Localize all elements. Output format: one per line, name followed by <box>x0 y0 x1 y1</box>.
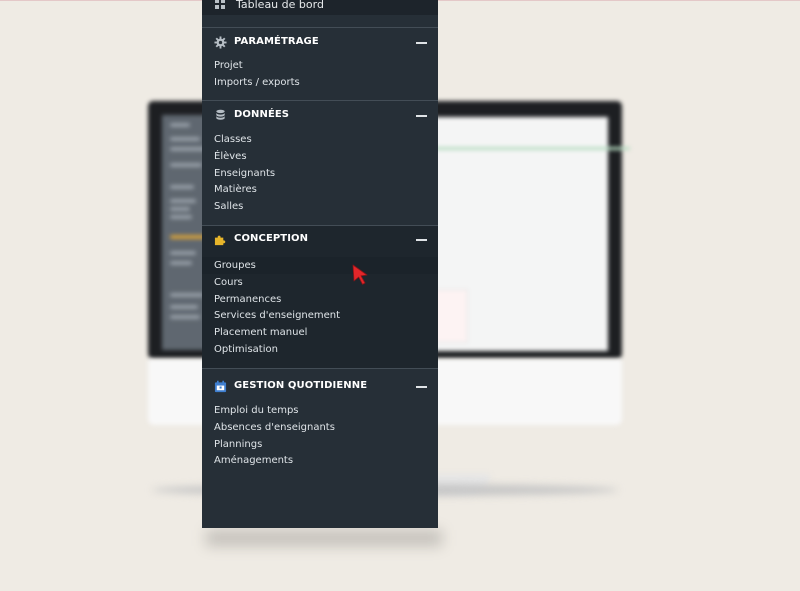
menu-item-cours[interactable]: Cours <box>202 274 438 291</box>
mouse-cursor-icon <box>352 264 368 285</box>
section-divider <box>202 100 438 101</box>
menu-item-label: Tableau de bord <box>236 0 324 11</box>
database-icon <box>216 109 225 120</box>
calendar-icon <box>214 380 227 393</box>
background-bar <box>170 163 202 167</box>
menu-item-permanences[interactable]: Permanences <box>202 291 438 308</box>
background-bar <box>170 235 206 239</box>
collapse-icon[interactable] <box>416 42 427 44</box>
background-bar <box>170 261 192 265</box>
menu-shadow <box>206 530 442 546</box>
collapse-icon[interactable] <box>416 115 427 117</box>
menu-item-eleves[interactable]: Élèves <box>202 148 438 165</box>
section-title: PARAMÉTRAGE <box>234 36 319 47</box>
background-bar <box>170 315 200 319</box>
background-bar <box>170 293 204 297</box>
menu-item-imports-exports[interactable]: Imports / exports <box>202 74 438 91</box>
section-header-conception[interactable]: CONCEPTION <box>202 231 438 249</box>
section-title: GESTION QUOTIDIENNE <box>234 380 368 391</box>
section-title: CONCEPTION <box>234 233 309 244</box>
section-divider <box>202 368 438 369</box>
section-header-donnees[interactable]: DONNÉES <box>202 107 438 125</box>
collapse-icon[interactable] <box>416 386 427 388</box>
menu-item-emploi-du-temps[interactable]: Emploi du temps <box>202 402 438 419</box>
menu-item-placement-manuel[interactable]: Placement manuel <box>202 324 438 341</box>
puzzle-icon <box>214 235 226 246</box>
background-bar <box>170 123 190 127</box>
background-bar <box>170 185 194 189</box>
background-bar <box>170 207 190 211</box>
background-bar <box>170 251 196 255</box>
collapse-icon[interactable] <box>416 239 427 241</box>
menu-item-optimisation[interactable]: Optimisation <box>202 341 438 358</box>
section-divider <box>202 27 438 28</box>
menu-item-matieres[interactable]: Matières <box>202 181 438 198</box>
section-title: DONNÉES <box>234 109 290 120</box>
menu-item-absences-enseignants[interactable]: Absences d'enseignants <box>202 419 438 436</box>
gear-icon <box>214 36 227 49</box>
background-bar <box>170 215 192 219</box>
menu-item-amenagements[interactable]: Aménagements <box>202 452 438 469</box>
grid-icon <box>215 0 225 9</box>
menu-item-services-enseignement[interactable]: Services d'enseignement <box>202 307 438 324</box>
menu-item-projet[interactable]: Projet <box>202 57 438 74</box>
menu-item-plannings[interactable]: Plannings <box>202 436 438 453</box>
menu-item-enseignants[interactable]: Enseignants <box>202 165 438 182</box>
menu-item-classes[interactable]: Classes <box>202 131 438 148</box>
sidebar-menu: Tableau de bord PARAMÉTRAGE Projet Impor… <box>202 0 438 528</box>
menu-item-groupes[interactable]: Groupes <box>202 257 438 274</box>
background-bar <box>170 305 198 309</box>
background-bar <box>170 147 206 151</box>
menu-item-tableau-de-bord[interactable]: Tableau de bord <box>202 0 438 15</box>
background-bar <box>170 137 200 141</box>
section-header-parametrage[interactable]: PARAMÉTRAGE <box>202 34 438 52</box>
menu-item-salles[interactable]: Salles <box>202 198 438 215</box>
background-bar <box>170 199 196 203</box>
section-header-gestion-quotidienne[interactable]: GESTION QUOTIDIENNE <box>202 378 438 396</box>
